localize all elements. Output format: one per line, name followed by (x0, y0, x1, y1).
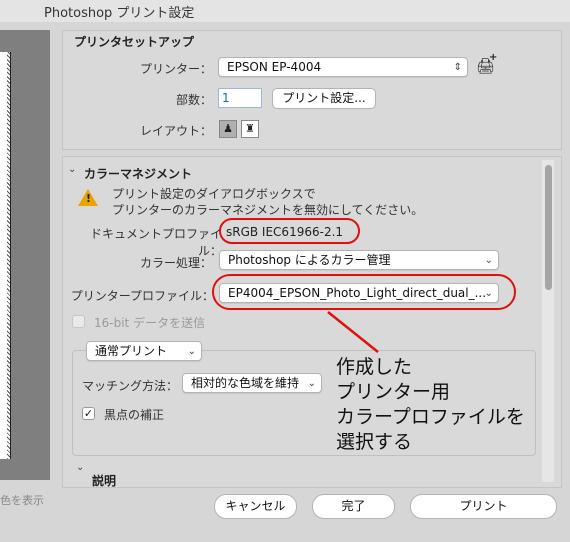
color-handling-select[interactable]: Photoshop によるカラー管理 ⌄ (219, 250, 499, 270)
show-color-label[interactable]: 色を表示 (0, 492, 44, 508)
warning-line-1: プリント設定のダイアログボックスで (112, 187, 316, 201)
chevron-updown-icon: ⇕ (453, 62, 462, 73)
annotation-line-1: 作成した (336, 356, 413, 378)
print-settings-button[interactable]: プリント設定... (272, 88, 376, 109)
description-title: 説明 (92, 474, 117, 488)
landscape-layout-icon[interactable]: ♜ (241, 120, 259, 138)
print-button[interactable]: プリント (410, 494, 557, 519)
layout-label: レイアウト： (139, 124, 212, 138)
black-point-label: 黒点の補正 (104, 408, 165, 422)
matching-select[interactable]: 相対的な色域を維持 ⌄ (182, 373, 322, 393)
portrait-layout-icon[interactable]: ♟ (219, 120, 237, 138)
preview-paper (0, 52, 11, 459)
color-handling-value: Photoshop によるカラー管理 (228, 253, 391, 267)
title-bar: Photoshop プリント設定 (0, 0, 570, 22)
color-handling-label: カラー処理： (139, 256, 212, 270)
description-chevron-icon[interactable]: ⌄ (76, 462, 84, 473)
chevron-down-icon: ⌄ (484, 255, 493, 266)
doc-profile-highlight (219, 218, 360, 244)
bit16-label: 16-bit データを送信 (94, 316, 206, 330)
bit16-checkbox[interactable] (72, 315, 85, 328)
black-point-checkbox[interactable]: ✓ (82, 407, 95, 420)
color-management-title: カラーマネジメント (84, 167, 193, 181)
copies-input[interactable]: 1 (218, 88, 262, 108)
annotation-line-3: カラープロファイルを (336, 406, 525, 428)
print-mode-group (72, 350, 536, 456)
print-mode-value: 通常プリント (95, 344, 168, 358)
warning-line-2: プリンターのカラーマネジメントを無効にしてください。 (112, 203, 424, 217)
chevron-down-icon[interactable]: ⌄ (68, 164, 76, 175)
annotation-line-2: プリンター用 (336, 381, 451, 403)
matching-label: マッチング方法： (82, 379, 179, 393)
printer-label: プリンター： (139, 62, 212, 76)
scrollbar-thumb[interactable] (545, 165, 552, 290)
printer-profile-highlight (212, 274, 516, 310)
matching-value: 相対的な色域を維持 (191, 376, 300, 390)
printer-setup-title: プリンタセットアップ (74, 35, 195, 49)
annotation-line-4: 選択する (336, 431, 413, 453)
printer-select-value: EPSON EP-4004 (227, 60, 322, 74)
window-title: Photoshop プリント設定 (44, 6, 195, 21)
warning-icon: ! (78, 189, 98, 206)
chevron-down-icon: ⌄ (307, 378, 316, 389)
add-printer-icon[interactable]: 🖨 + (476, 52, 498, 77)
print-mode-select[interactable]: 通常プリント ⌄ (86, 341, 202, 361)
annotation-pointer (327, 311, 379, 353)
cancel-button[interactable]: キャンセル (214, 494, 297, 519)
printer-select[interactable]: EPSON EP-4004 ⇕ (218, 57, 468, 77)
chevron-down-icon: ⌄ (187, 346, 196, 357)
done-button[interactable]: 完了 (312, 494, 395, 519)
printer-profile-label: プリンタープロファイル： (70, 289, 214, 303)
copies-label: 部数： (175, 93, 212, 107)
